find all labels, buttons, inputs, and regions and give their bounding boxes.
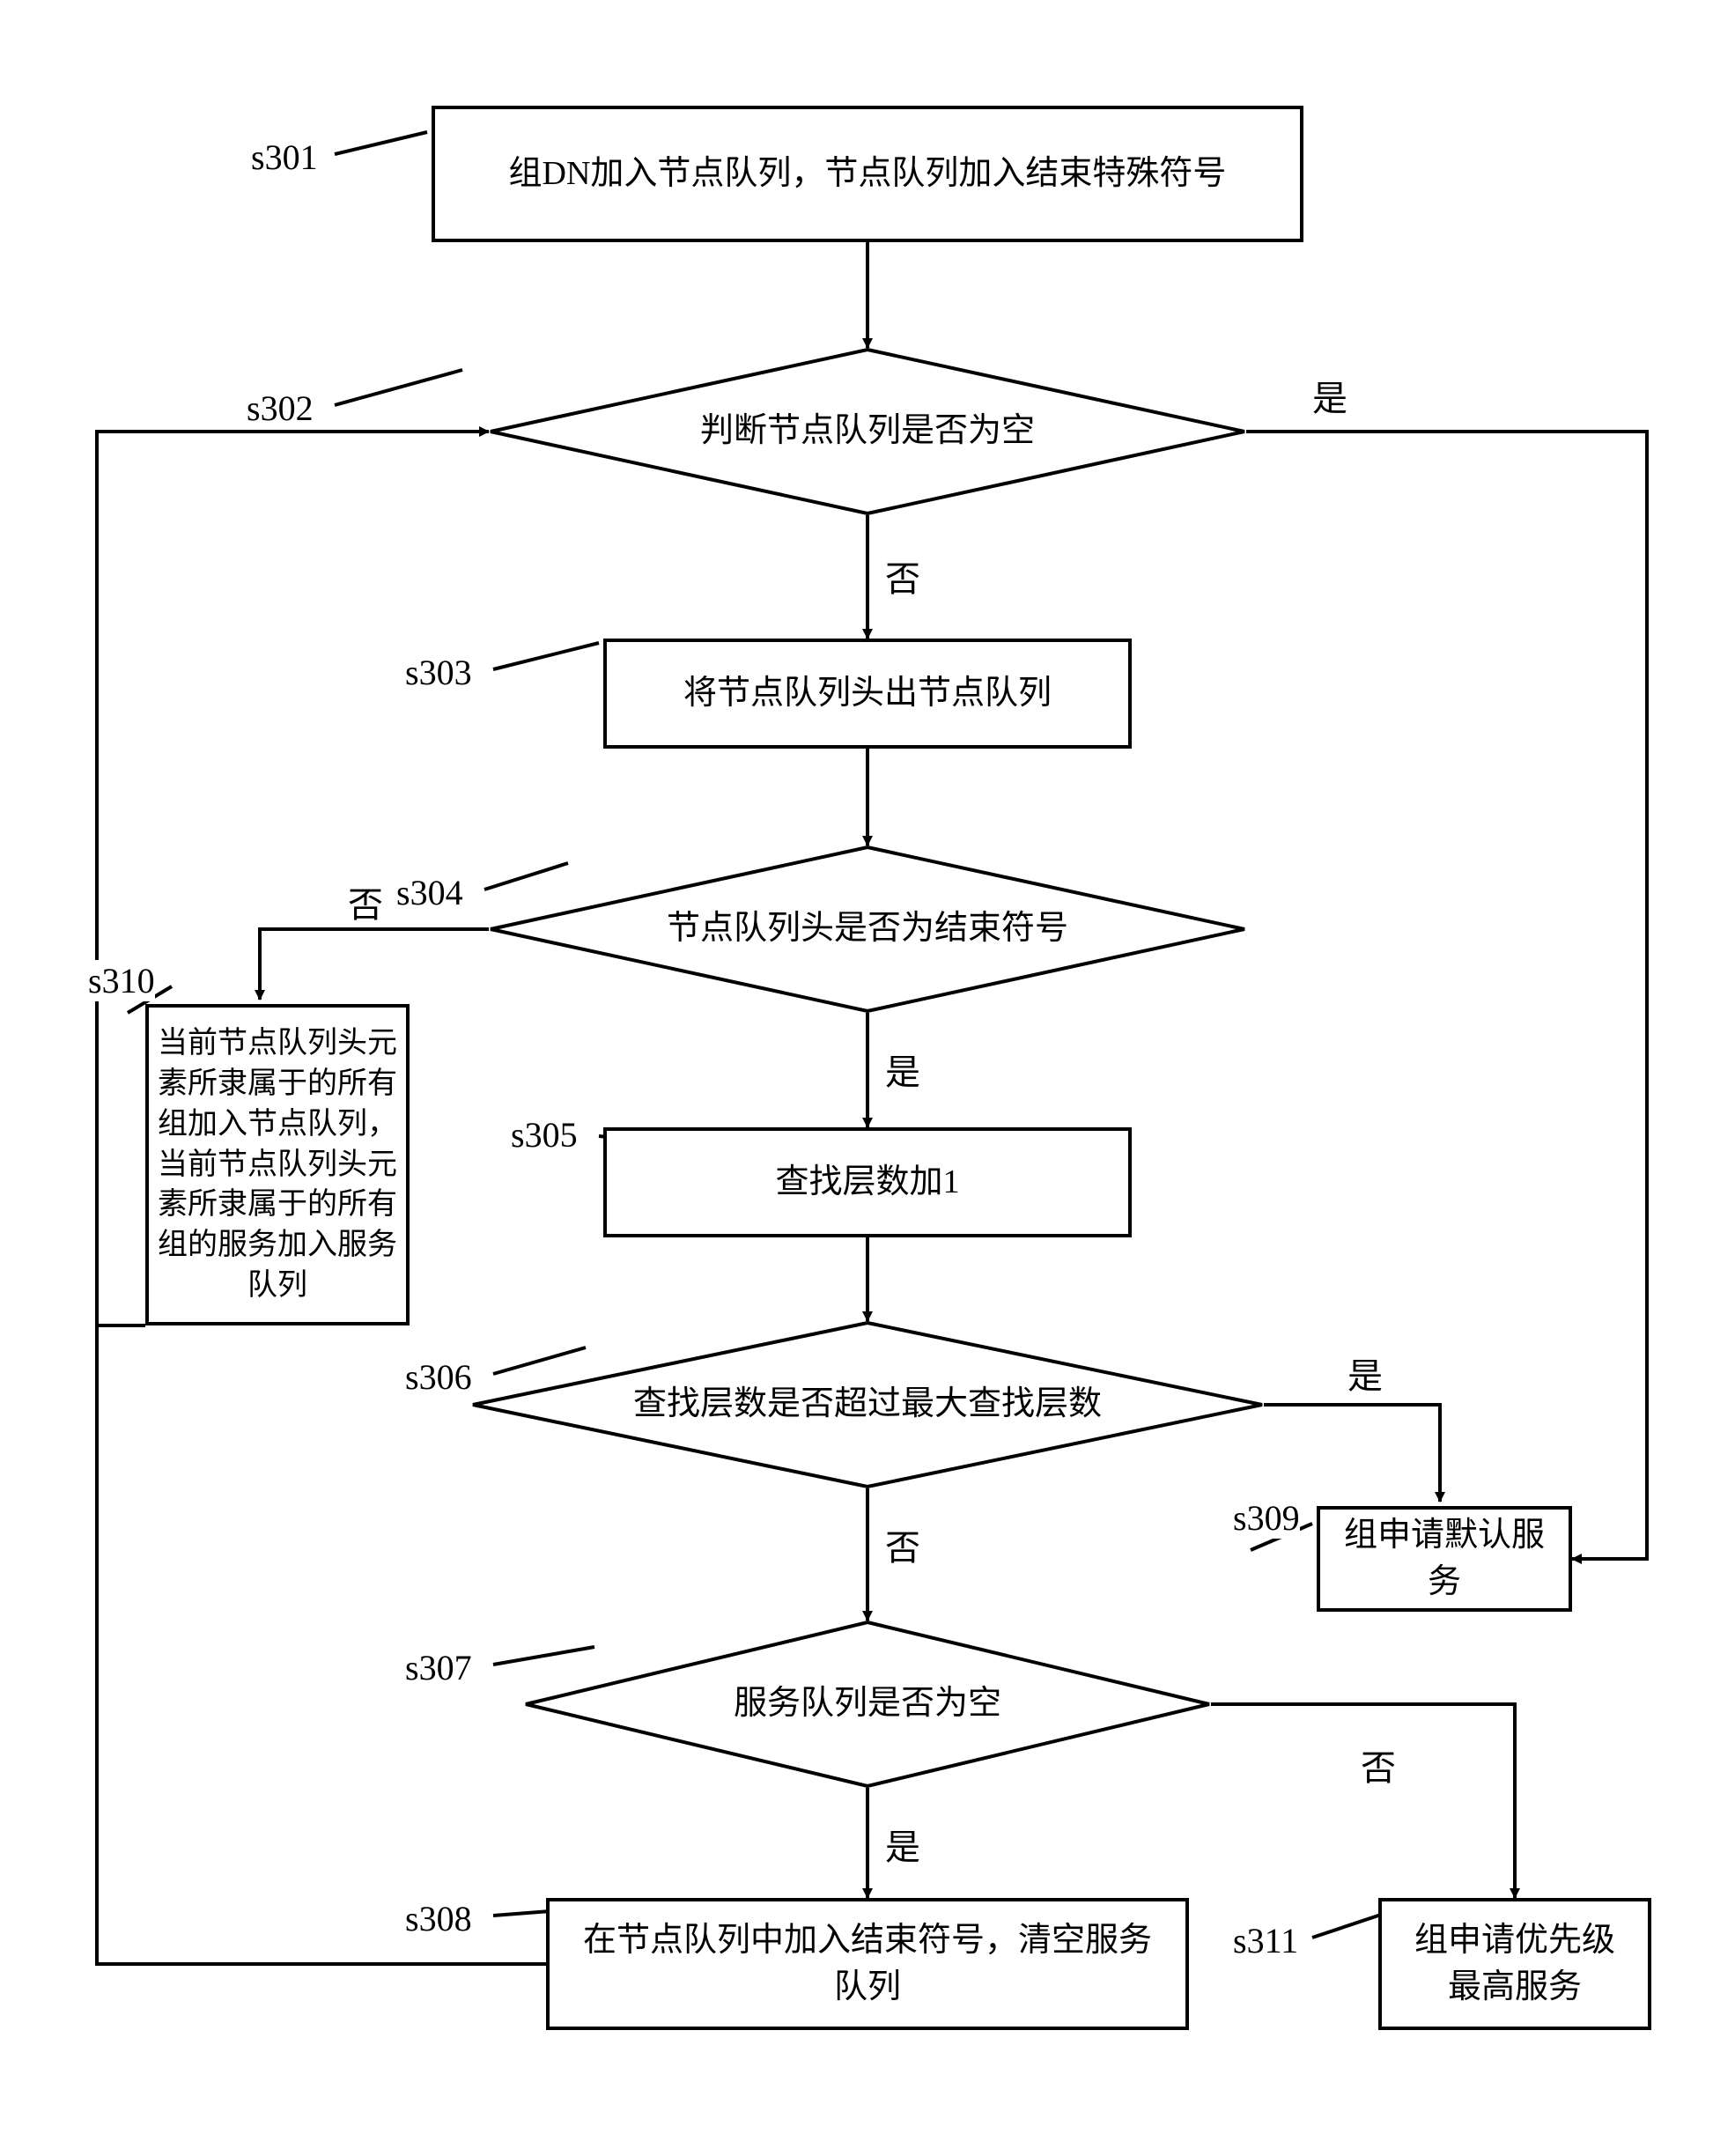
node-text: 在节点队列中加入结束符号，清空服务队列 [567,1917,1168,2011]
node-s303: 将节点队列头出节点队列 [603,639,1132,749]
node-text: 节点队列头是否为结束符号 [631,905,1104,952]
edge-yes: 是 [1312,370,1347,421]
edge-no: 否 [885,550,920,602]
edge-no: 否 [348,876,383,927]
node-text: 组DN加入节点队列，节点队列加入结束特殊符号 [509,151,1227,197]
label-s304: s304 [396,872,463,913]
label-s310: s310 [88,960,155,1001]
node-s308: 在节点队列中加入结束符号，清空服务队列 [546,1898,1189,2030]
node-s307: 服务队列是否为空 [524,1621,1211,1788]
node-text: 组申请优先级最高服务 [1399,1917,1630,2011]
label-s303: s303 [405,652,472,693]
node-s311: 组申请优先级最高服务 [1378,1898,1651,2030]
edge-yes: 是 [1347,1348,1383,1399]
node-text: 组申请默认服务 [1338,1512,1551,1606]
edge-no: 否 [1361,1739,1396,1791]
label-s309: s309 [1233,1497,1300,1539]
node-text: 当前节点队列头元素所隶属于的所有组加入节点队列，当前节点队列头元素所隶属于的所有… [158,1023,397,1306]
label-s302: s302 [247,388,314,429]
node-s302: 判断节点队列是否为空 [489,348,1246,515]
node-text: 将节点队列头出节点队列 [683,670,1052,717]
node-text: 查找层数加1 [775,1159,959,1206]
node-text: 查找层数是否超过最大查找层数 [598,1381,1137,1428]
edge-yes: 是 [885,1819,920,1870]
node-s309: 组申请默认服务 [1317,1506,1572,1612]
label-s311: s311 [1233,1920,1298,1961]
node-s306: 查找层数是否超过最大查找层数 [471,1321,1264,1488]
node-text: 判断节点队列是否为空 [665,408,1070,454]
node-s301: 组DN加入节点队列，节点队列加入结束特殊符号 [432,106,1303,242]
label-s307: s307 [405,1647,472,1688]
node-s310: 当前节点队列头元素所隶属于的所有组加入节点队列，当前节点队列头元素所隶属于的所有… [145,1004,410,1325]
label-s301: s301 [251,137,318,178]
node-s305: 查找层数加1 [603,1127,1132,1237]
label-s305: s305 [511,1114,578,1156]
edge-no: 否 [885,1519,920,1570]
node-s304: 节点队列头是否为结束符号 [489,845,1246,1013]
label-s306: s306 [405,1356,472,1398]
node-text: 服务队列是否为空 [698,1680,1037,1727]
edge-yes: 是 [885,1044,920,1095]
label-s308: s308 [405,1898,472,1939]
